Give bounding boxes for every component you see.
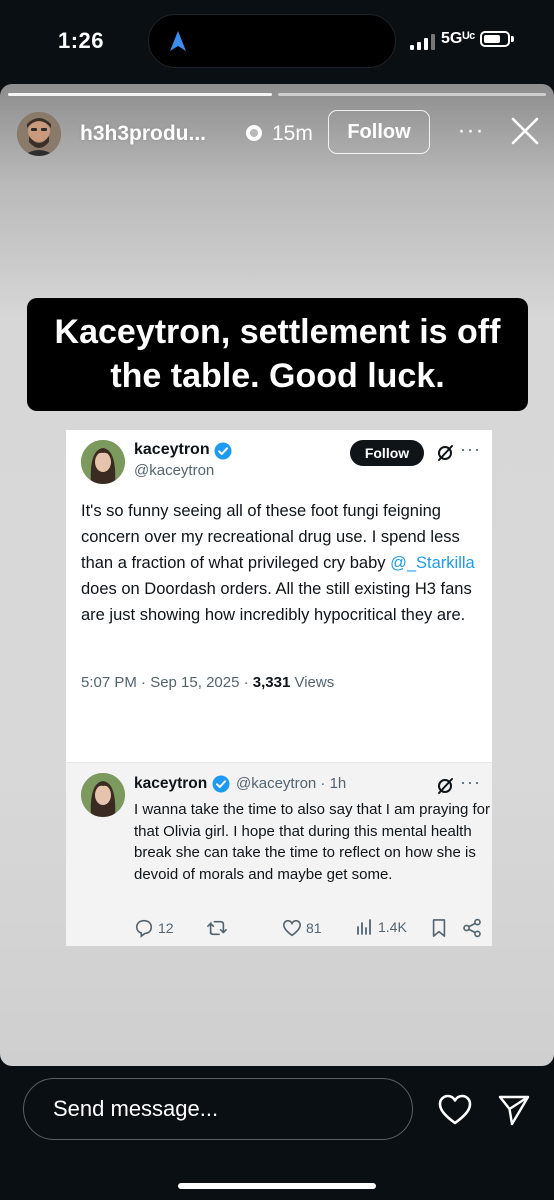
bookmark-icon xyxy=(432,919,446,937)
reply-author-name: kaceytron xyxy=(134,775,208,792)
home-indicator xyxy=(178,1183,376,1189)
reply-tweet: kaceytron @kaceytron · 1h ··· I wanna ta… xyxy=(66,763,492,946)
reply-action: 12 xyxy=(134,918,174,938)
tweet-follow-button: Follow xyxy=(350,440,424,466)
story-caption: Kaceytron, settlement is off the table. … xyxy=(27,298,528,411)
views-count: 3,331 xyxy=(252,674,291,691)
story-time-ago: 15m xyxy=(272,122,313,145)
reply-text: I wanna take the time to also say that I… xyxy=(134,801,491,883)
views-icon xyxy=(357,919,371,935)
verified-check-icon xyxy=(212,775,230,793)
story-view[interactable]: h3h3produ... 15m Follow ··· Kaceytron, s… xyxy=(0,84,554,1066)
views-action: 1.4K xyxy=(356,918,407,936)
grok-icon xyxy=(436,444,454,462)
navigation-arrow-icon xyxy=(170,31,186,51)
reply-actions: 12 81 1.4K xyxy=(66,918,492,942)
battery-icon xyxy=(480,31,514,47)
close-icon[interactable] xyxy=(508,114,542,148)
tweet-author-handle: @kaceytron xyxy=(134,462,215,479)
send-message-input[interactable]: Send message... xyxy=(23,1078,413,1140)
send-paper-plane-icon[interactable] xyxy=(497,1094,531,1126)
tweet-avatar xyxy=(81,440,125,484)
status-bar: 1:26 5Gᵁᶜ xyxy=(0,0,554,84)
verified-check-icon xyxy=(214,442,232,460)
reply-avatar xyxy=(81,773,125,817)
verified-badge-icon xyxy=(246,125,262,141)
network-type: 5Gᵁᶜ xyxy=(441,30,476,47)
share-action xyxy=(462,918,482,938)
bookmark-action xyxy=(430,918,448,938)
grok-icon xyxy=(436,777,454,795)
reply-author-handle: @kaceytron · 1h xyxy=(236,775,347,792)
tweet-screenshot: kaceytron @kaceytron Follow ··· It's so … xyxy=(66,430,492,946)
reply-bar: Send message... xyxy=(0,1066,554,1200)
tweet-meta: 5:07 PM · Sep 15, 2025 · 3,331 Views xyxy=(81,674,335,691)
status-time: 1:26 xyxy=(58,28,105,53)
story-username[interactable]: h3h3produ... xyxy=(80,122,206,146)
tweet-more-icon: ··· xyxy=(460,439,481,459)
reply-icon xyxy=(135,919,153,938)
follow-button[interactable]: Follow xyxy=(328,110,430,154)
share-icon xyxy=(463,918,481,938)
heart-icon xyxy=(282,919,302,937)
story-progress-segment xyxy=(8,93,272,96)
cellular-signal-icon xyxy=(410,34,435,50)
reply-more-icon: ··· xyxy=(460,772,481,792)
more-options-icon[interactable]: ··· xyxy=(456,116,486,146)
story-header: h3h3produ... 15m Follow ··· xyxy=(0,108,554,162)
like-heart-icon[interactable] xyxy=(438,1094,472,1126)
mention-link: @_Starkilla xyxy=(390,554,475,572)
repost-action xyxy=(206,918,228,938)
tweet-text: It's so funny seeing all of these foot f… xyxy=(81,502,475,624)
repost-icon xyxy=(207,920,227,936)
tweet-author-name: kaceytron xyxy=(134,441,210,458)
avatar[interactable] xyxy=(17,112,61,156)
like-action: 81 xyxy=(282,918,322,938)
story-progress-segment xyxy=(278,93,546,96)
dynamic-island xyxy=(148,14,396,68)
